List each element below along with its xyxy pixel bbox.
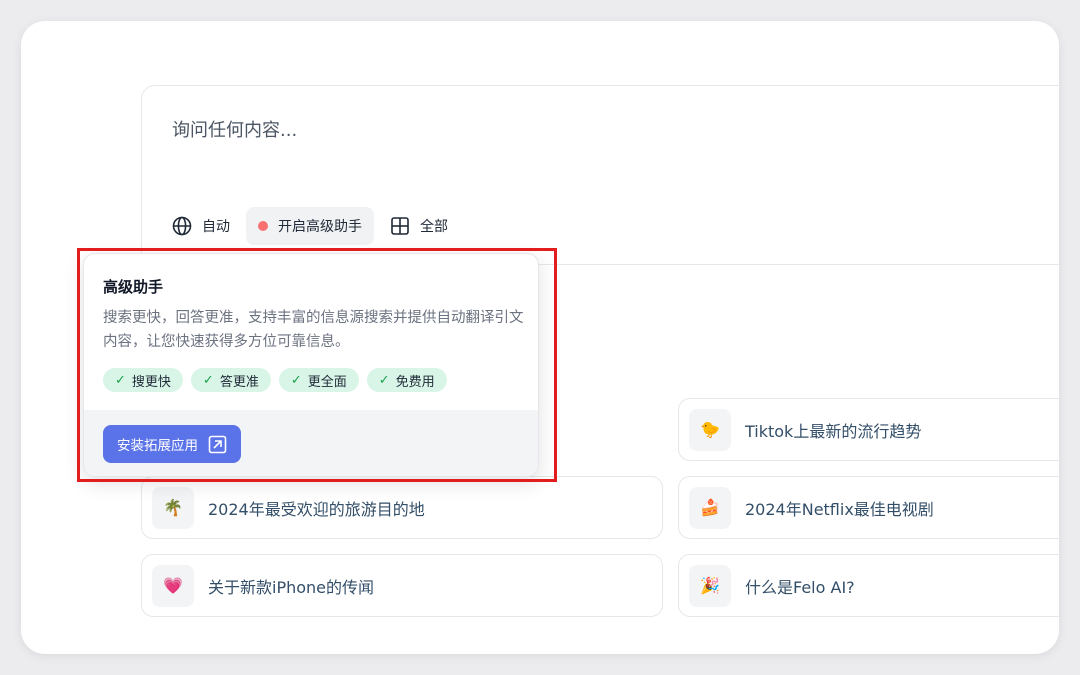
feature-tag: ✓ 更全面: [278, 368, 359, 392]
feature-tag: ✓ 免费用: [366, 368, 447, 392]
feature-tag: ✓ 搜更快: [103, 368, 183, 392]
search-input[interactable]: [172, 116, 872, 144]
source-all-button[interactable]: 全部: [378, 207, 460, 245]
suggestion-item[interactable]: 🐤 Tiktok上最新的流行趋势: [678, 398, 1059, 461]
grid-icon: [391, 217, 409, 235]
globe-icon: [172, 216, 192, 236]
suggestion-label: Tiktok上最新的流行趋势: [745, 421, 922, 441]
install-extension-button[interactable]: 安装拓展应用: [103, 425, 241, 463]
palm-tree-icon: 🌴: [152, 486, 194, 529]
suggestion-item[interactable]: 🍰 2024年Netflix最佳电视剧: [678, 476, 1059, 539]
auto-language-button[interactable]: 自动: [170, 207, 242, 245]
suggestion-item[interactable]: 💗 关于新款iPhone的传闻: [141, 554, 663, 617]
check-icon: ✓: [290, 372, 302, 388]
suggestion-label: 关于新款iPhone的传闻: [208, 577, 375, 597]
suggestion-label: 2024年Netflix最佳电视剧: [745, 499, 934, 519]
chick-icon: 🐤: [689, 408, 731, 451]
tag-label: 答更准: [219, 374, 259, 390]
status-dot-icon: [258, 221, 268, 231]
suggestion-label: 什么是Felo AI?: [745, 577, 855, 597]
tag-label: 免费用: [395, 374, 435, 390]
popover-footer: 安装拓展应用: [84, 410, 538, 476]
check-icon: ✓: [378, 372, 390, 388]
tag-label: 更全面: [307, 374, 347, 390]
all-label: 全部: [420, 219, 448, 235]
tag-label: 搜更快: [131, 374, 171, 390]
party-popper-icon: 🎉: [689, 564, 731, 607]
suggestion-label: 2024年最受欢迎的旅游目的地: [208, 499, 425, 519]
assistant-label: 开启高级助手: [278, 219, 362, 235]
feature-tag: ✓ 答更准: [190, 368, 271, 392]
app-window: 自动 开启高级助手 全部 🐤 Tiktok上最新的流行趋势 🌴 2024年最受欢…: [21, 21, 1059, 654]
check-icon: ✓: [202, 372, 214, 388]
advanced-assistant-button[interactable]: 开启高级助手: [246, 207, 374, 245]
popover-title: 高级助手: [103, 278, 164, 296]
heart-icon: 💗: [152, 564, 194, 607]
install-label: 安装拓展应用: [117, 438, 198, 454]
advanced-assistant-popover: 高级助手 搜索更快，回答更准，支持丰富的信息源搜索并提供自动翻译引文内容，让您快…: [83, 253, 539, 477]
search-box: 自动 开启高级助手 全部: [141, 85, 1059, 265]
check-icon: ✓: [115, 372, 126, 388]
cake-icon: 🍰: [689, 486, 731, 529]
auto-label: 自动: [202, 219, 230, 235]
suggestion-item[interactable]: 🎉 什么是Felo AI?: [678, 554, 1059, 617]
feature-tags: ✓ 搜更快 ✓ 答更准 ✓ 更全面 ✓ 免费用: [103, 368, 455, 392]
search-toolbar: 自动 开启高级助手 全部: [170, 207, 464, 245]
suggestion-item[interactable]: 🌴 2024年最受欢迎的旅游目的地: [141, 476, 663, 539]
popover-description: 搜索更快，回答更准，支持丰富的信息源搜索并提供自动翻译引文内容，让您快速获得多方…: [103, 310, 524, 350]
external-link-icon: [208, 435, 227, 453]
